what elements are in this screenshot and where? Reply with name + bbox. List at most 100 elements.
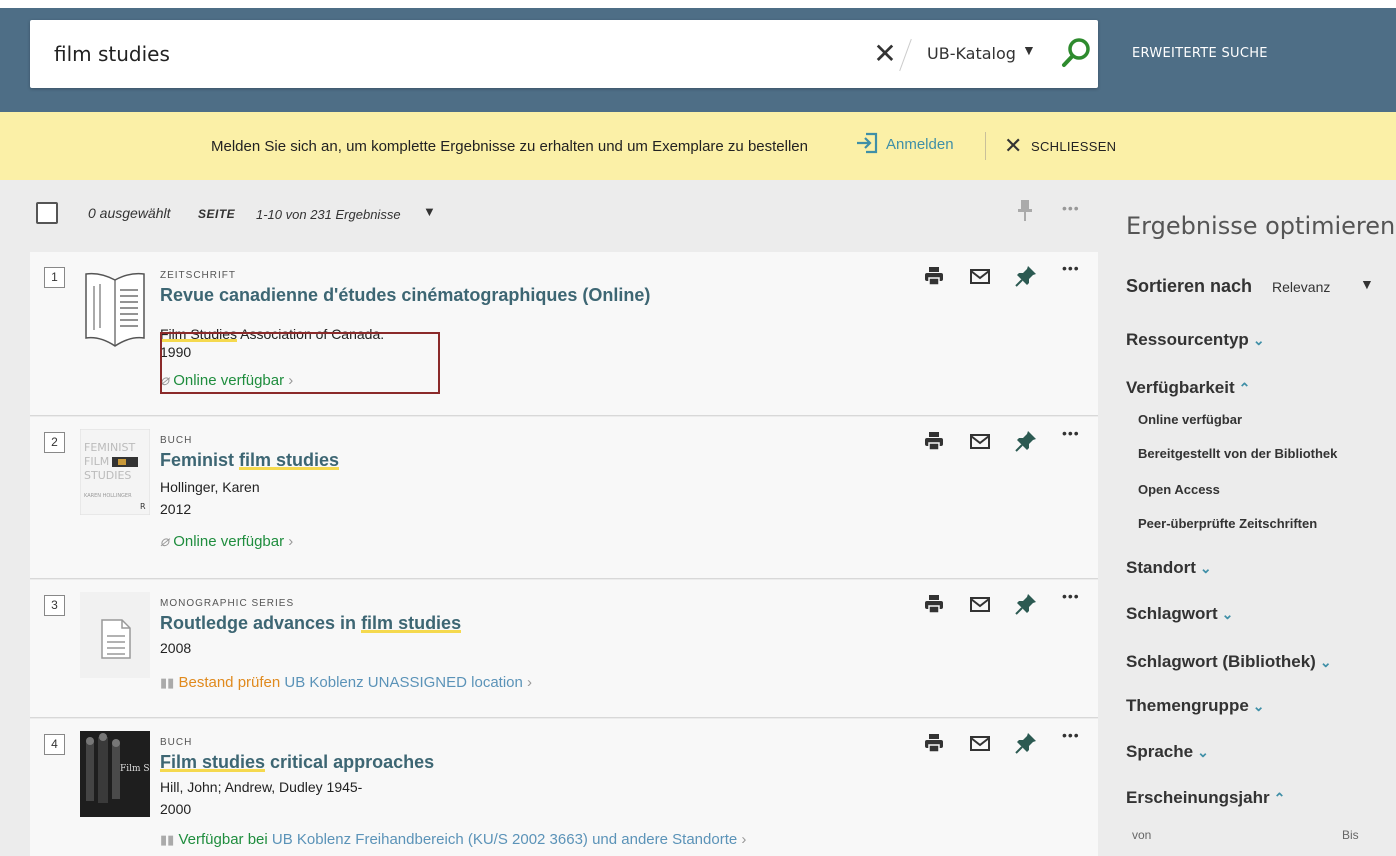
availability-status[interactable]: Bestand prüfen [178, 674, 280, 691]
availability-status[interactable]: Online verfügbar [173, 533, 284, 550]
availability-link[interactable]: ⌀ Online verfügbar › [160, 532, 293, 550]
email-icon[interactable] [968, 429, 992, 453]
title-highlight[interactable]: film studies [239, 450, 340, 470]
facet-item-open-access[interactable]: Open Access [1138, 482, 1220, 497]
banner-text: Melden Sie sich an, um komplette Ergebni… [211, 138, 808, 155]
result-title[interactable]: Revue canadienne d'études cinématographi… [160, 285, 650, 306]
sidebar-title: Ergebnisse optimieren [1126, 212, 1396, 240]
facet-label[interactable]: Sprache [1126, 742, 1193, 761]
result-type: ZEITSCHRIFT [160, 270, 236, 281]
focus-highlight-box [160, 332, 440, 394]
facet-schlagwort-bibliothek[interactable]: Schlagwort (Bibliothek) ⌄ [1126, 652, 1332, 672]
sort-select[interactable]: Relevanz [1272, 279, 1330, 295]
select-all-checkbox[interactable] [36, 202, 58, 224]
close-banner-button[interactable]: SCHLIESSEN [1031, 139, 1116, 154]
facet-label[interactable]: Schlagwort [1126, 604, 1218, 623]
pin-icon[interactable] [1014, 592, 1038, 616]
title-highlight[interactable]: Film studies [160, 752, 266, 772]
clear-icon[interactable]: ✕ [870, 37, 900, 71]
result-actions: ••• [922, 260, 1092, 288]
page-range[interactable]: 1-10 von 231 Ergebnisse [256, 207, 401, 222]
availability-status[interactable]: Verfügbar bei [178, 831, 267, 848]
result-row[interactable]: 2 FEMINIST FILM STUDIES KAREN HOLLINGER … [30, 417, 1098, 579]
facet-schlagwort[interactable]: Schlagwort ⌄ [1126, 604, 1233, 624]
title-part[interactable]: critical approaches [265, 752, 434, 772]
advanced-search-link[interactable]: ERWEITERTE SUCHE [1132, 46, 1268, 61]
result-row[interactable]: 1 ZEITSCHRIFT Revue canadienne d'études … [30, 252, 1098, 416]
search-input[interactable]: film studies [54, 42, 170, 66]
result-number[interactable]: 4 [44, 734, 65, 755]
more-icon[interactable]: ••• [1062, 200, 1080, 216]
facet-label[interactable]: Erscheinungsjahr [1126, 788, 1270, 807]
library-name[interactable]: UB Koblenz [272, 831, 351, 848]
facet-item-library[interactable]: Bereitgestellt von der Bibliothek [1138, 446, 1337, 461]
facet-item-peer-reviewed[interactable]: Peer-überprüfte Zeitschriften [1138, 516, 1317, 531]
result-title[interactable]: Film studies critical approaches [160, 752, 434, 773]
email-icon[interactable] [968, 264, 992, 288]
result-number[interactable]: 3 [44, 595, 65, 616]
pin-icon[interactable] [1014, 731, 1038, 755]
facet-label[interactable]: Ressourcentyp [1126, 330, 1249, 349]
print-icon[interactable] [922, 429, 946, 453]
more-icon[interactable]: ••• [1062, 260, 1080, 276]
result-actions: ••• [922, 425, 1092, 453]
search-icon[interactable] [1060, 36, 1092, 70]
facet-label[interactable]: Verfügbarkeit [1126, 378, 1235, 397]
search-box[interactable]: film studies ✕ UB-Katalog ▼ [30, 20, 1098, 88]
signin-link[interactable]: Anmelden [886, 136, 954, 153]
email-icon[interactable] [968, 592, 992, 616]
result-row[interactable]: 3 MONOGRAPHIC SERIES Routledge advances … [30, 580, 1098, 718]
facet-standort[interactable]: Standort ⌄ [1126, 558, 1212, 578]
scope-select[interactable]: UB-Katalog [927, 44, 1016, 63]
result-title[interactable]: Feminist film studies [160, 450, 340, 471]
close-icon[interactable]: ✕ [1004, 133, 1022, 159]
more-icon[interactable]: ••• [1062, 727, 1080, 743]
chevron-down-icon[interactable]: ⌄ [1253, 698, 1265, 714]
chevron-down-icon[interactable]: ⌄ [1222, 606, 1234, 622]
facet-label[interactable]: Standort [1126, 558, 1196, 577]
facet-label[interactable]: Schlagwort (Bibliothek) [1126, 652, 1316, 671]
result-row[interactable]: 4 Film Studies BUCH Film studies critica… [30, 719, 1098, 856]
library-name[interactable]: UB Koblenz [284, 674, 363, 691]
chevron-up-icon[interactable]: ⌃ [1239, 380, 1251, 396]
pin-icon[interactable] [1014, 264, 1038, 288]
title-part[interactable]: Routledge advances in [160, 613, 361, 633]
chevron-down-icon[interactable]: ⌄ [1197, 744, 1209, 760]
title-highlight[interactable]: film studies [361, 613, 462, 633]
result-year: 2008 [160, 640, 192, 656]
facet-label[interactable]: Themengruppe [1126, 696, 1249, 715]
facet-ressourcentyp[interactable]: Ressourcentyp ⌄ [1126, 330, 1265, 350]
print-icon[interactable] [922, 731, 946, 755]
location-name[interactable]: UNASSIGNED location [368, 674, 523, 691]
availability-link[interactable]: ▮▮ Bestand prüfen UB Koblenz UNASSIGNED … [160, 674, 532, 691]
facet-verfuegbarkeit[interactable]: Verfügbarkeit ⌃ [1126, 378, 1250, 398]
email-icon[interactable] [968, 731, 992, 755]
chevron-down-icon[interactable]: ▼ [1022, 42, 1036, 58]
facet-sprache[interactable]: Sprache ⌄ [1126, 742, 1209, 762]
result-title[interactable]: Routledge advances in film studies [160, 613, 462, 634]
chevron-down-icon[interactable]: ⌄ [1320, 654, 1332, 670]
print-icon[interactable] [922, 592, 946, 616]
book-cover[interactable]: FEMINIST FILM STUDIES KAREN HOLLINGER R [80, 429, 150, 515]
result-number[interactable]: 1 [44, 267, 65, 288]
signin-icon[interactable] [856, 132, 878, 154]
more-icon[interactable]: ••• [1062, 425, 1080, 441]
chevron-down-icon[interactable]: ⌄ [1253, 332, 1265, 348]
title-part[interactable]: Feminist [160, 450, 239, 470]
print-icon[interactable] [922, 264, 946, 288]
pin-icon[interactable] [1016, 198, 1034, 222]
more-icon[interactable]: ••• [1062, 588, 1080, 604]
pin-icon[interactable] [1014, 429, 1038, 453]
facet-item-online[interactable]: Online verfügbar [1138, 412, 1242, 427]
chevron-up-icon[interactable]: ⌃ [1274, 790, 1286, 806]
availability-link[interactable]: ▮▮ Verfügbar bei UB Koblenz Freihandbere… [160, 831, 746, 848]
page-dropdown-icon[interactable]: ▼ [423, 204, 436, 219]
result-number[interactable]: 2 [44, 432, 65, 453]
facet-erscheinungsjahr[interactable]: Erscheinungsjahr ⌃ [1126, 788, 1285, 808]
chevron-down-icon[interactable]: ▼ [1360, 276, 1374, 292]
location-name[interactable]: Freihandbereich (KU/S 2002 3663) und and… [355, 831, 737, 848]
chevron-down-icon[interactable]: ⌄ [1200, 560, 1212, 576]
facet-themengruppe[interactable]: Themengruppe ⌄ [1126, 696, 1265, 716]
book-cover[interactable]: Film Studies [80, 731, 150, 817]
search-divider [899, 38, 912, 72]
